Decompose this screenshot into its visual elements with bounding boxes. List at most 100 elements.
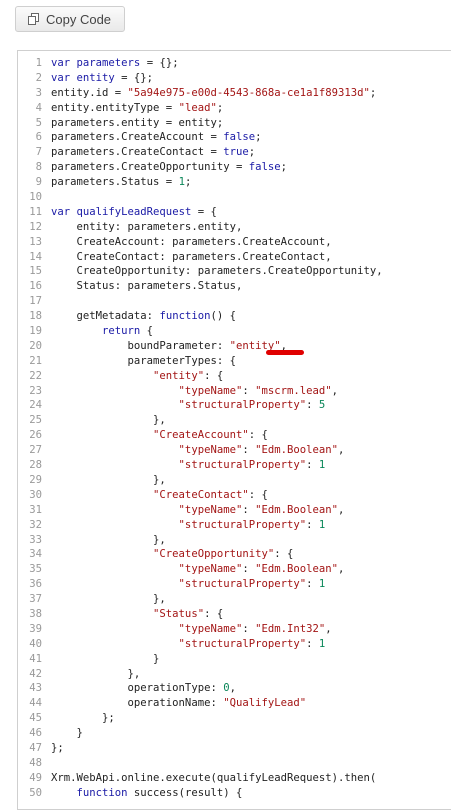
code-block[interactable]: 1 var parameters = {}; 2 var entity = {}; 3 e… (17, 50, 451, 810)
code-text: parameters.CreateAccount = false; (51, 130, 262, 145)
code-text: }, (51, 413, 166, 428)
code-token: }, (51, 414, 166, 427)
code-token: parameters.CreateOpportunity = (51, 161, 249, 174)
code-token: = { (191, 205, 217, 218)
code-line: 15 CreateOpportunity: parameters.CreateO… (18, 264, 451, 279)
code-token: { (140, 325, 154, 338)
code-token: "CreateAccount" (51, 429, 249, 442)
code-lines: 1 var parameters = {}; 2 var entity = {}; 3 e… (18, 56, 451, 801)
line-number: 29 (29, 473, 42, 486)
code-token: var (51, 71, 71, 84)
line-number: 23 (29, 384, 42, 397)
code-line: 27 "typeName": "Edm.Boolean", (18, 443, 451, 458)
code-text: "typeName": "mscrm.lead", (51, 384, 339, 399)
copy-code-button[interactable]: Copy Code (15, 6, 125, 32)
code-text: "Status": { (51, 607, 223, 622)
code-token: Status: parameters.Status, (51, 280, 243, 293)
code-text: } (51, 652, 159, 667)
code-text: operationName: "QualifyLead" (51, 696, 307, 711)
code-token: var (51, 57, 71, 69)
copy-code-label: Copy Code (46, 11, 112, 27)
code-text: parameterTypes: { (51, 354, 236, 369)
line-number: 36 (29, 578, 42, 591)
code-token: = {}; (140, 57, 179, 69)
code-token: "entity" (51, 369, 205, 382)
code-token: false (248, 161, 281, 174)
line-number: 27 (29, 444, 42, 457)
code-token: : (242, 384, 256, 397)
line-number: 11 (29, 205, 42, 218)
line-number: 8 (35, 161, 42, 174)
code-line: 40 "structuralProperty": 1 (18, 637, 451, 652)
code-text: "structuralProperty": 5 (51, 398, 326, 413)
code-token: 1 (318, 518, 326, 531)
highlight-underline (266, 350, 304, 355)
code-token: : (242, 503, 256, 516)
code-token: "structuralProperty" (51, 399, 307, 412)
line-number: 21 (29, 354, 42, 367)
code-token: "typeName" (51, 622, 243, 635)
code-token: }; (51, 712, 115, 725)
code-token: "5a94e975-e00d-4543-868a-ce1a1f89313d" (127, 86, 370, 99)
code-line: 43 operationType: 0, (18, 681, 451, 696)
code-text: var parameters = {}; (51, 56, 179, 71)
code-token: false (223, 131, 256, 144)
code-token: "Edm.Boolean" (255, 563, 339, 576)
code-text: parameters.Status = 1; (51, 175, 191, 190)
code-line: 6 parameters.CreateAccount = false; (18, 130, 451, 145)
line-number: 4 (35, 101, 42, 114)
code-token: ; (248, 146, 256, 159)
code-token: "Edm.Boolean" (255, 444, 339, 457)
line-number: 9 (35, 176, 42, 189)
code-token: "structuralProperty" (51, 518, 307, 531)
code-text: "entity": { (51, 369, 223, 384)
code-line: 16 Status: parameters.Status, (18, 279, 451, 294)
code-token: Xrm.WebApi.online.execute(qualifyLeadReq… (51, 771, 377, 784)
code-line: 2 var entity = {}; (18, 71, 451, 86)
code-text: }, (51, 667, 141, 682)
code-line: 5 parameters.entity = entity; (18, 116, 451, 131)
code-line: 46 } (18, 726, 451, 741)
code-text: CreateAccount: parameters.CreateAccount, (51, 235, 332, 250)
line-number: 22 (29, 369, 42, 382)
code-token: entity.entityType = (51, 101, 179, 114)
code-text: }, (51, 473, 166, 488)
code-text: } (51, 726, 83, 741)
code-text: CreateOpportunity: parameters.CreateOppo… (51, 264, 383, 279)
code-text: entity.entityType = "lead"; (51, 101, 223, 116)
code-text: var qualifyLeadRequest = { (51, 205, 217, 220)
line-number: 16 (29, 280, 42, 293)
code-token: : (306, 578, 319, 591)
code-token: entity: parameters.entity, (51, 220, 243, 233)
line-number: 43 (29, 682, 42, 695)
code-token: : { (274, 548, 294, 561)
code-text: }, (51, 592, 166, 607)
code-token: parameters.Status = (51, 176, 179, 189)
code-token: : (306, 637, 319, 650)
code-token: "Edm.Boolean" (255, 503, 339, 516)
code-token: , (331, 384, 339, 397)
code-token: , (338, 444, 345, 457)
code-token: "lead" (178, 101, 217, 114)
code-text: }; (51, 711, 115, 726)
code-line: 47}; (18, 741, 451, 756)
code-token: : { (248, 488, 268, 501)
line-number: 1 (35, 57, 42, 69)
code-text: function success(result) { (51, 786, 243, 801)
code-token: ; (216, 101, 224, 114)
line-number: 24 (29, 399, 42, 412)
code-line: 13 CreateAccount: parameters.CreateAccou… (18, 235, 451, 250)
code-token: entity.id = (51, 86, 128, 99)
code-token: "mscrm.lead" (255, 384, 332, 397)
code-token: ; (369, 86, 377, 99)
code-line: 28 "structuralProperty": 1 (18, 458, 451, 473)
code-line: 25 }, (18, 413, 451, 428)
code-line: 12 entity: parameters.entity, (18, 220, 451, 235)
code-text: "structuralProperty": 1 (51, 458, 326, 473)
code-text: entity: parameters.entity, (51, 220, 243, 235)
code-token: getMetadata: (51, 310, 160, 323)
code-text: "structuralProperty": 1 (51, 637, 326, 652)
line-number: 49 (29, 771, 42, 784)
line-number: 13 (29, 235, 42, 248)
code-token: CreateAccount: parameters.CreateAccount, (51, 235, 332, 248)
